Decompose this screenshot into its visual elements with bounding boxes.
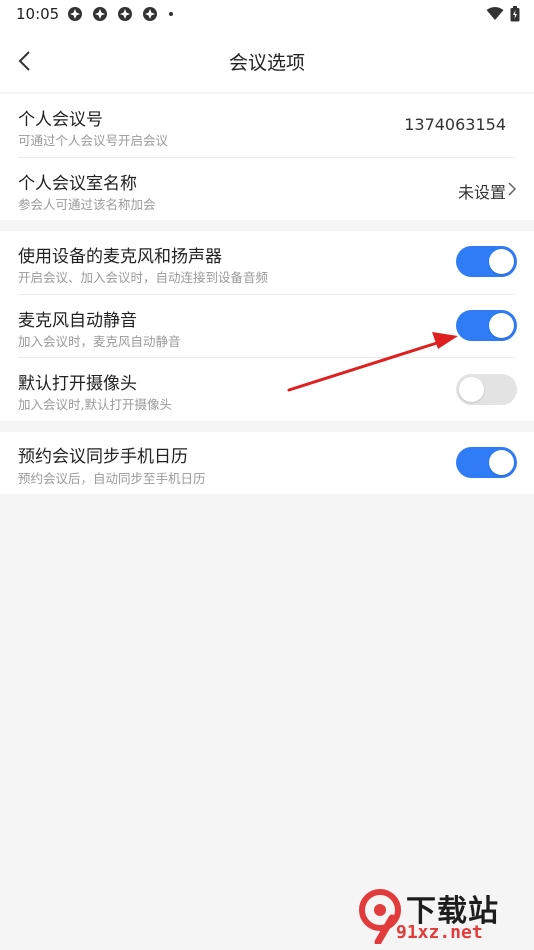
more-notifications-icon [169, 12, 173, 16]
page-header: 会议选项 [0, 30, 534, 92]
auto-mute-row: 麦克风自动静音 加入会议时，麦克风自动静音 [0, 294, 534, 357]
auto-mute-toggle[interactable] [456, 310, 517, 341]
toggle-knob [489, 450, 514, 475]
wifi-icon [486, 7, 504, 20]
personal-meeting-id-value: 1374063154 [404, 115, 506, 134]
watermark-url: 91xz.net [396, 922, 483, 943]
app-notification-icon [93, 7, 107, 21]
toggle-knob [489, 313, 514, 338]
personal-room-name-label: 个人会议室名称 [18, 174, 137, 194]
auto-mute-label: 麦克风自动静音 [18, 311, 137, 331]
calendar-sync-toggle[interactable] [456, 447, 517, 478]
notification-icons [67, 6, 173, 22]
personal-meeting-id-label: 个人会议号 [18, 110, 103, 130]
default-camera-label: 默认打开摄像头 [18, 374, 137, 394]
status-time: 10:05 [16, 5, 60, 23]
watermark-logo: 下载站 91xz.net [358, 886, 528, 946]
app-notification-icon [68, 7, 82, 21]
personal-room-name-desc: 参会人可通过该名称加会 [18, 197, 156, 212]
audio-video-group: 使用设备的麦克风和扬声器 开启会议、加入会议时，自动连接到设备音频 麦克风自动静… [0, 231, 534, 421]
use-device-audio-label: 使用设备的麦克风和扬声器 [18, 247, 222, 267]
personal-room-name-value: 未设置 [457, 183, 506, 202]
auto-mute-desc: 加入会议时，麦克风自动静音 [18, 334, 181, 349]
chevron-right-icon [508, 182, 517, 196]
calendar-sync-desc: 预约会议后，自动同步至手机日历 [18, 471, 206, 486]
use-device-audio-desc: 开启会议、加入会议时，自动连接到设备音频 [18, 270, 269, 285]
battery-icon [510, 6, 520, 22]
app-notification-icon [118, 7, 132, 21]
use-device-audio-toggle[interactable] [456, 246, 517, 277]
toggle-knob [459, 377, 484, 402]
personal-meeting-group: 个人会议号 可通过个人会议号开启会议 1374063154 个人会议室名称 参会… [0, 94, 534, 220]
default-camera-desc: 加入会议时,默认打开摄像头 [18, 397, 172, 412]
personal-meeting-id-desc: 可通过个人会议号开启会议 [18, 133, 169, 148]
system-icons [486, 6, 520, 22]
calendar-sync-row: 预约会议同步手机日历 预约会议后，自动同步至手机日历 [0, 432, 534, 494]
use-device-audio-row: 使用设备的麦克风和扬声器 开启会议、加入会议时，自动连接到设备音频 [0, 231, 534, 294]
app-notification-icon [143, 7, 157, 21]
status-bar: 10:05 [0, 0, 534, 30]
personal-room-name-row[interactable]: 个人会议室名称 参会人可通过该名称加会 未设置 [0, 157, 534, 220]
personal-meeting-id-row[interactable]: 个人会议号 可通过个人会议号开启会议 1374063154 [0, 94, 534, 157]
default-camera-toggle[interactable] [456, 374, 517, 405]
default-camera-row: 默认打开摄像头 加入会议时,默认打开摄像头 [0, 357, 534, 421]
page-title: 会议选项 [228, 52, 305, 74]
toggle-knob [489, 249, 514, 274]
calendar-group: 预约会议同步手机日历 预约会议后，自动同步至手机日历 [0, 432, 534, 494]
calendar-sync-label: 预约会议同步手机日历 [18, 447, 188, 467]
